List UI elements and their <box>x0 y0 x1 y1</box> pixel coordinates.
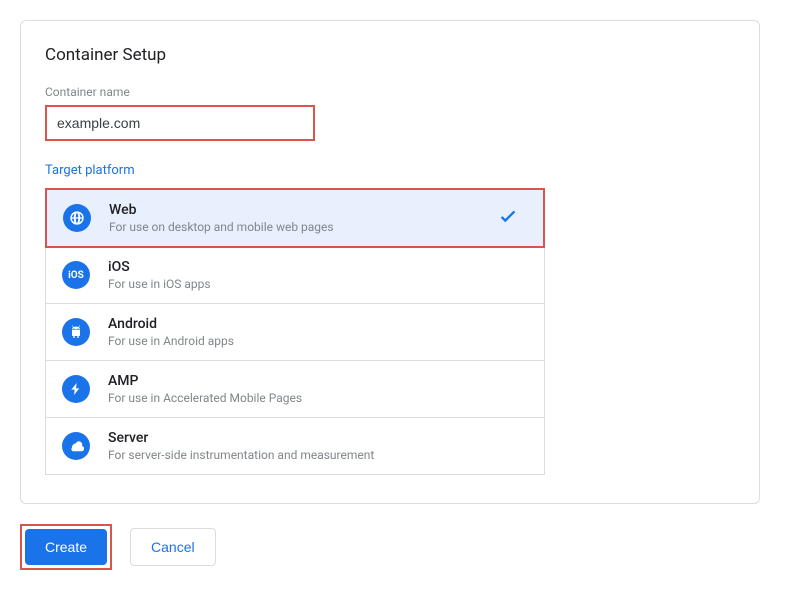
platform-desc: For server-side instrumentation and meas… <box>108 448 528 462</box>
panel-title: Container Setup <box>45 45 735 65</box>
actions-row: Create Cancel <box>20 524 766 570</box>
platform-desc: For use in Android apps <box>108 334 528 348</box>
create-highlight: Create <box>20 524 112 570</box>
web-icon <box>63 204 91 232</box>
ios-icon: iOS <box>62 261 90 289</box>
platform-desc: For use in iOS apps <box>108 277 528 291</box>
platform-text: AMP For use in Accelerated Mobile Pages <box>108 373 528 405</box>
platform-option-server[interactable]: Server For server-side instrumentation a… <box>46 418 544 474</box>
amp-icon <box>62 375 90 403</box>
target-platform-label: Target platform <box>45 163 735 178</box>
server-icon <box>62 432 90 460</box>
platform-text: Web For use on desktop and mobile web pa… <box>109 202 497 234</box>
platform-name: Server <box>108 430 528 446</box>
container-name-input[interactable] <box>45 105 315 141</box>
platform-option-ios[interactable]: iOS iOS For use in iOS apps <box>46 247 544 304</box>
platform-name: AMP <box>108 373 528 389</box>
cancel-button[interactable]: Cancel <box>130 528 216 566</box>
platform-option-amp[interactable]: AMP For use in Accelerated Mobile Pages <box>46 361 544 418</box>
container-setup-panel: Container Setup Container name Target pl… <box>20 20 760 504</box>
check-icon <box>497 205 519 232</box>
platform-text: Server For server-side instrumentation a… <box>108 430 528 462</box>
platform-desc: For use in Accelerated Mobile Pages <box>108 391 528 405</box>
create-button[interactable]: Create <box>25 529 107 565</box>
platform-option-android[interactable]: Android For use in Android apps <box>46 304 544 361</box>
platform-list: Web For use on desktop and mobile web pa… <box>45 188 545 475</box>
platform-name: Web <box>109 202 497 218</box>
container-name-label: Container name <box>45 85 735 99</box>
platform-text: iOS For use in iOS apps <box>108 259 528 291</box>
platform-option-web[interactable]: Web For use on desktop and mobile web pa… <box>45 188 545 248</box>
platform-name: iOS <box>108 259 528 275</box>
platform-desc: For use on desktop and mobile web pages <box>109 220 497 234</box>
platform-name: Android <box>108 316 528 332</box>
platform-text: Android For use in Android apps <box>108 316 528 348</box>
android-icon <box>62 318 90 346</box>
